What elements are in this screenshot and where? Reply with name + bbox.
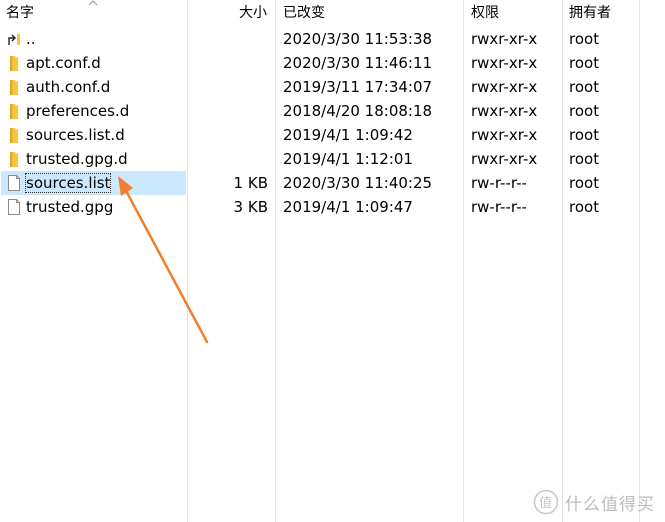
- parent-folder-icon: [5, 30, 23, 48]
- folder-icon: [5, 150, 23, 168]
- file-owner: root: [569, 126, 600, 144]
- file-row-selected[interactable]: sources.list 1 KB 2020/3/30 11:40:25 rw-r--…: [0, 171, 665, 195]
- file-modified: 2020/3/30 11:40:25: [283, 174, 433, 192]
- file-owner: root: [569, 198, 600, 216]
- file-permissions: rw-r--r--: [471, 174, 527, 192]
- file-name: sources.list.d: [26, 126, 125, 144]
- watermark: 值 什么值得买: [533, 488, 655, 516]
- file-row[interactable]: sources.list.d 2019/4/1 1:09:42 rwxr-xr-x r…: [0, 123, 665, 147]
- file-modified: 2019/4/1 1:12:01: [283, 150, 413, 168]
- file-name: trusted.gpg.d: [26, 150, 128, 168]
- file-modified: 2019/4/1 1:09:42: [283, 126, 413, 144]
- file-permissions: rwxr-xr-x: [471, 150, 538, 168]
- file-size: 1 KB: [233, 174, 268, 192]
- file-list-panel: 名字 大小 已改变 权限 拥有者 .. 2020/3/30 11:53:38 rwx…: [0, 0, 665, 522]
- column-header-modified[interactable]: 已改变: [283, 5, 325, 21]
- file-size: 3 KB: [233, 198, 268, 216]
- file-name: auth.conf.d: [26, 78, 111, 96]
- sort-ascending-icon: [88, 0, 98, 6]
- file-permissions: rw-r--r--: [471, 198, 527, 216]
- file-modified: 2020/3/30 11:53:38: [283, 30, 433, 48]
- svg-text:值: 值: [539, 495, 553, 511]
- file-owner: root: [569, 78, 600, 96]
- folder-icon: [5, 78, 23, 96]
- column-header-size[interactable]: 大小: [239, 5, 267, 21]
- file-modified: 2020/3/30 11:46:11: [283, 54, 433, 72]
- watermark-logo-icon: 值: [533, 489, 559, 515]
- file-name: trusted.gpg: [26, 198, 114, 216]
- file-name: sources.list: [24, 173, 112, 193]
- file-row[interactable]: preferences.d 2018/4/20 18:08:18 rwxr-xr-x…: [0, 99, 665, 123]
- folder-icon: [5, 126, 23, 144]
- file-name: apt.conf.d: [26, 54, 101, 72]
- file-row[interactable]: trusted.gpg.d 2019/4/1 1:12:01 rwxr-xr-x ro…: [0, 147, 665, 171]
- folder-icon: [5, 102, 23, 120]
- file-modified: 2019/4/1 1:09:47: [283, 198, 413, 216]
- column-header-owner[interactable]: 拥有者: [569, 5, 611, 21]
- file-owner: root: [569, 102, 600, 120]
- file-permissions: rwxr-xr-x: [471, 78, 538, 96]
- column-header-name[interactable]: 名字: [6, 5, 34, 21]
- file-permissions: rwxr-xr-x: [471, 126, 538, 144]
- column-header-bar: 名字 大小 已改变 权限 拥有者: [0, 0, 665, 27]
- file-row[interactable]: apt.conf.d 2020/3/30 11:46:11 rwxr-xr-x roo…: [0, 51, 665, 75]
- watermark-text: 什么值得买: [565, 494, 655, 515]
- file-name: preferences.d: [26, 102, 130, 120]
- file-permissions: rwxr-xr-x: [471, 102, 538, 120]
- file-owner: root: [569, 174, 600, 192]
- file-permissions: rwxr-xr-x: [471, 54, 538, 72]
- file-modified: 2019/3/11 17:34:07: [283, 78, 433, 96]
- file-owner: root: [569, 150, 600, 168]
- folder-icon: [5, 54, 23, 72]
- file-owner: root: [569, 30, 600, 48]
- file-name: ..: [26, 30, 36, 48]
- file-row[interactable]: auth.conf.d 2019/3/11 17:34:07 rwxr-xr-x ro…: [0, 75, 665, 99]
- file-icon: [5, 174, 23, 192]
- file-owner: root: [569, 54, 600, 72]
- column-header-permissions[interactable]: 权限: [471, 5, 499, 21]
- file-icon: [5, 198, 23, 216]
- file-row[interactable]: .. 2020/3/30 11:53:38 rwxr-xr-x root: [0, 27, 665, 51]
- file-row[interactable]: trusted.gpg 3 KB 2019/4/1 1:09:47 rw-r--r--…: [0, 195, 665, 219]
- file-modified: 2018/4/20 18:08:18: [283, 102, 433, 120]
- file-permissions: rwxr-xr-x: [471, 30, 538, 48]
